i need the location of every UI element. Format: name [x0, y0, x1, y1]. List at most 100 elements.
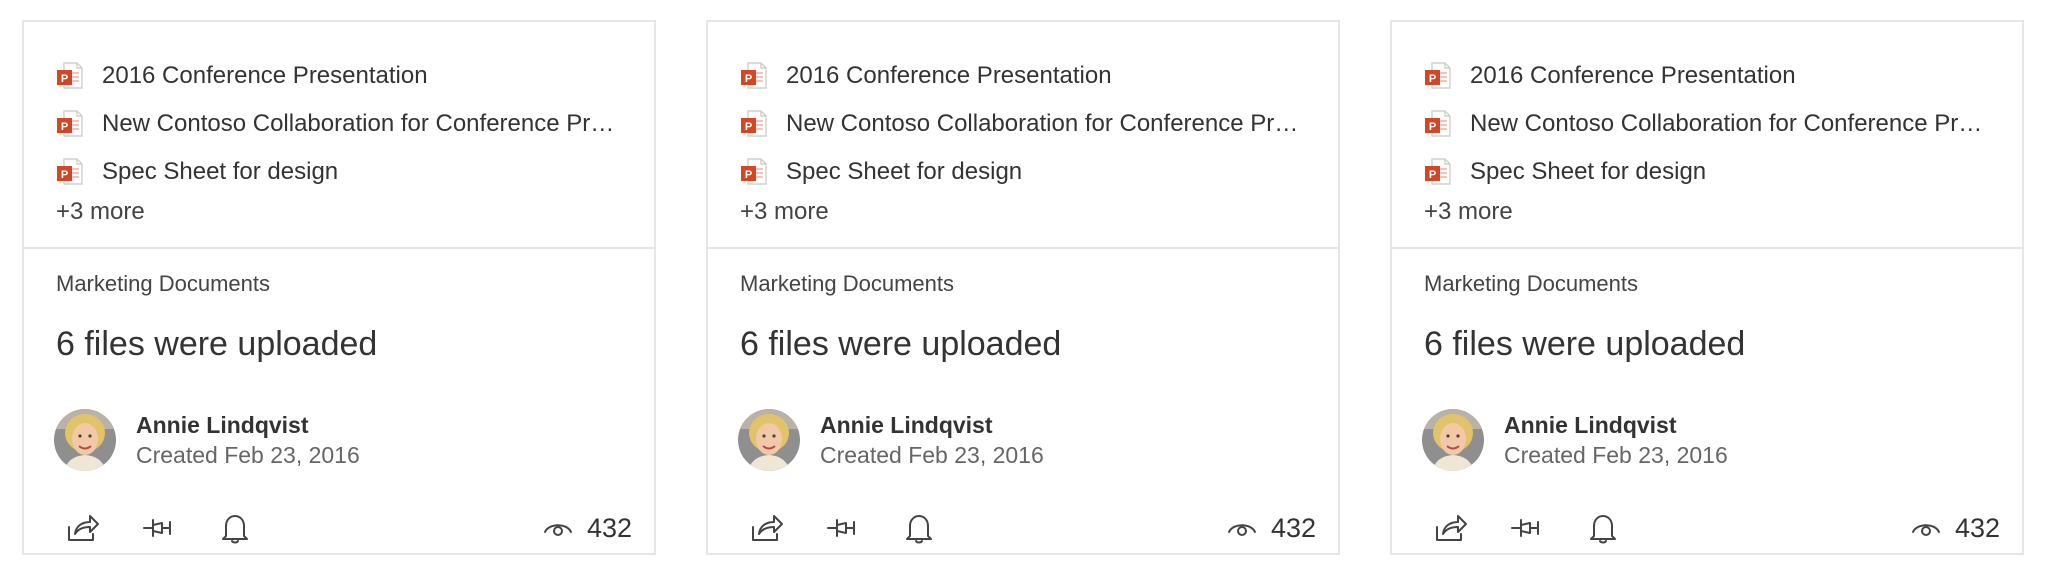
file-name[interactable]: Spec Sheet for design [1470, 158, 1706, 186]
view-count: 432 [1911, 513, 2000, 544]
avatar[interactable] [1422, 409, 1484, 471]
svg-text:P: P [1429, 169, 1436, 181]
activity-headline: 6 files were uploaded [740, 325, 1062, 363]
document-card-file-list: P 2016 Conference Presentation P New Con… [1392, 22, 2022, 249]
author-name[interactable]: Annie Lindqvist [820, 410, 1044, 440]
view-count-value: 432 [586, 512, 632, 543]
author: Annie Lindqvist Created Feb 23, 2016 [738, 409, 1044, 471]
avatar[interactable] [738, 409, 800, 471]
file-list-item[interactable]: P Spec Sheet for design [740, 148, 1338, 196]
svg-text:P: P [745, 121, 752, 133]
svg-text:P: P [1429, 121, 1436, 133]
bell-icon [906, 515, 932, 544]
created-date: Created Feb 23, 2016 [1504, 442, 1728, 468]
more-files-link[interactable]: +3 more [1424, 198, 1513, 226]
pin-button[interactable] [1508, 511, 1546, 545]
document-card-details: Marketing Documents 6 files were uploade… [1392, 249, 2022, 553]
more-files-link[interactable]: +3 more [740, 198, 829, 226]
powerpoint-icon: P [1425, 158, 1451, 185]
file-list-item[interactable]: P New Contoso Collaboration for Conferen… [740, 100, 1338, 148]
author: Annie Lindqvist Created Feb 23, 2016 [54, 409, 360, 471]
powerpoint-icon: P [57, 62, 83, 89]
file-name[interactable]: Spec Sheet for design [786, 158, 1022, 186]
powerpoint-icon: P [1425, 62, 1451, 89]
view-count: 432 [543, 513, 632, 544]
more-files-link[interactable]: +3 more [56, 198, 145, 226]
pin-icon [1511, 519, 1539, 537]
file-list-item[interactable]: P 2016 Conference Presentation [1424, 52, 2022, 100]
author-info: Annie Lindqvist Created Feb 23, 2016 [1504, 410, 1728, 470]
follow-button[interactable] [1584, 511, 1622, 545]
view-count-value: 432 [1270, 512, 1316, 543]
author-name[interactable]: Annie Lindqvist [136, 410, 360, 440]
file-name[interactable]: 2016 Conference Presentation [102, 62, 428, 90]
library-name[interactable]: Marketing Documents [1424, 249, 2022, 297]
view-count: 432 [1227, 513, 1316, 544]
svg-text:P: P [745, 169, 752, 181]
document-card[interactable]: P 2016 Conference Presentation P New Con… [22, 20, 656, 555]
document-card-details: Marketing Documents 6 files were uploade… [24, 249, 654, 553]
file-list-item[interactable]: P New Contoso Collaboration for Conferen… [56, 100, 654, 148]
document-card[interactable]: P 2016 Conference Presentation P New Con… [706, 20, 1340, 555]
eye-icon [1227, 524, 1256, 536]
author-name[interactable]: Annie Lindqvist [1504, 410, 1728, 440]
file-name[interactable]: New Contoso Collaboration for Conference… [786, 110, 1306, 138]
file-list-item[interactable]: P New Contoso Collaboration for Conferen… [1424, 100, 2022, 148]
file-name[interactable]: New Contoso Collaboration for Conference… [1470, 110, 1990, 138]
file-list-item[interactable]: P Spec Sheet for design [56, 148, 654, 196]
powerpoint-icon: P [741, 62, 767, 89]
pin-button[interactable] [140, 511, 178, 545]
card-actions: 432 [1432, 511, 2000, 545]
card-actions: 432 [64, 511, 632, 545]
created-date: Created Feb 23, 2016 [136, 442, 360, 468]
document-card-file-list: P 2016 Conference Presentation P New Con… [24, 22, 654, 249]
created-date: Created Feb 23, 2016 [820, 442, 1044, 468]
document-card[interactable]: P 2016 Conference Presentation P New Con… [1390, 20, 2024, 555]
file-name[interactable]: Spec Sheet for design [102, 158, 338, 186]
file-name[interactable]: 2016 Conference Presentation [1470, 62, 1796, 90]
view-count-value: 432 [1954, 512, 2000, 543]
document-cards-page: P 2016 Conference Presentation P New Con… [0, 0, 2048, 576]
activity-headline: 6 files were uploaded [56, 325, 378, 363]
share-button[interactable] [748, 511, 786, 545]
pin-button[interactable] [824, 511, 862, 545]
svg-text:P: P [745, 73, 752, 85]
document-card-details: Marketing Documents 6 files were uploade… [708, 249, 1338, 553]
library-name[interactable]: Marketing Documents [740, 249, 1338, 297]
author-info: Annie Lindqvist Created Feb 23, 2016 [136, 410, 360, 470]
file-name[interactable]: 2016 Conference Presentation [786, 62, 1112, 90]
bell-icon [222, 515, 248, 544]
bell-icon [1590, 515, 1616, 544]
svg-text:P: P [61, 121, 68, 133]
svg-text:P: P [1429, 73, 1436, 85]
powerpoint-icon: P [741, 110, 767, 137]
activity-headline: 6 files were uploaded [1424, 325, 1746, 363]
eye-icon [1911, 524, 1940, 536]
card-actions: 432 [748, 511, 1316, 545]
eye-icon [543, 524, 572, 536]
document-card-file-list: P 2016 Conference Presentation P New Con… [708, 22, 1338, 249]
svg-text:P: P [61, 73, 68, 85]
author: Annie Lindqvist Created Feb 23, 2016 [1422, 409, 1728, 471]
follow-button[interactable] [216, 511, 254, 545]
powerpoint-icon: P [741, 158, 767, 185]
follow-button[interactable] [900, 511, 938, 545]
avatar[interactable] [54, 409, 116, 471]
powerpoint-icon: P [57, 158, 83, 185]
file-list-item[interactable]: P Spec Sheet for design [1424, 148, 2022, 196]
powerpoint-icon: P [57, 110, 83, 137]
pin-icon [143, 519, 171, 537]
powerpoint-icon: P [1425, 110, 1451, 137]
svg-text:P: P [61, 169, 68, 181]
file-list-item[interactable]: P 2016 Conference Presentation [56, 52, 654, 100]
pin-icon [827, 519, 855, 537]
file-name[interactable]: New Contoso Collaboration for Conference… [102, 110, 622, 138]
share-button[interactable] [64, 511, 102, 545]
library-name[interactable]: Marketing Documents [56, 249, 654, 297]
share-icon [1436, 515, 1467, 541]
file-list-item[interactable]: P 2016 Conference Presentation [740, 52, 1338, 100]
share-icon [68, 515, 99, 541]
share-button[interactable] [1432, 511, 1470, 545]
author-info: Annie Lindqvist Created Feb 23, 2016 [820, 410, 1044, 470]
share-icon [752, 515, 783, 541]
